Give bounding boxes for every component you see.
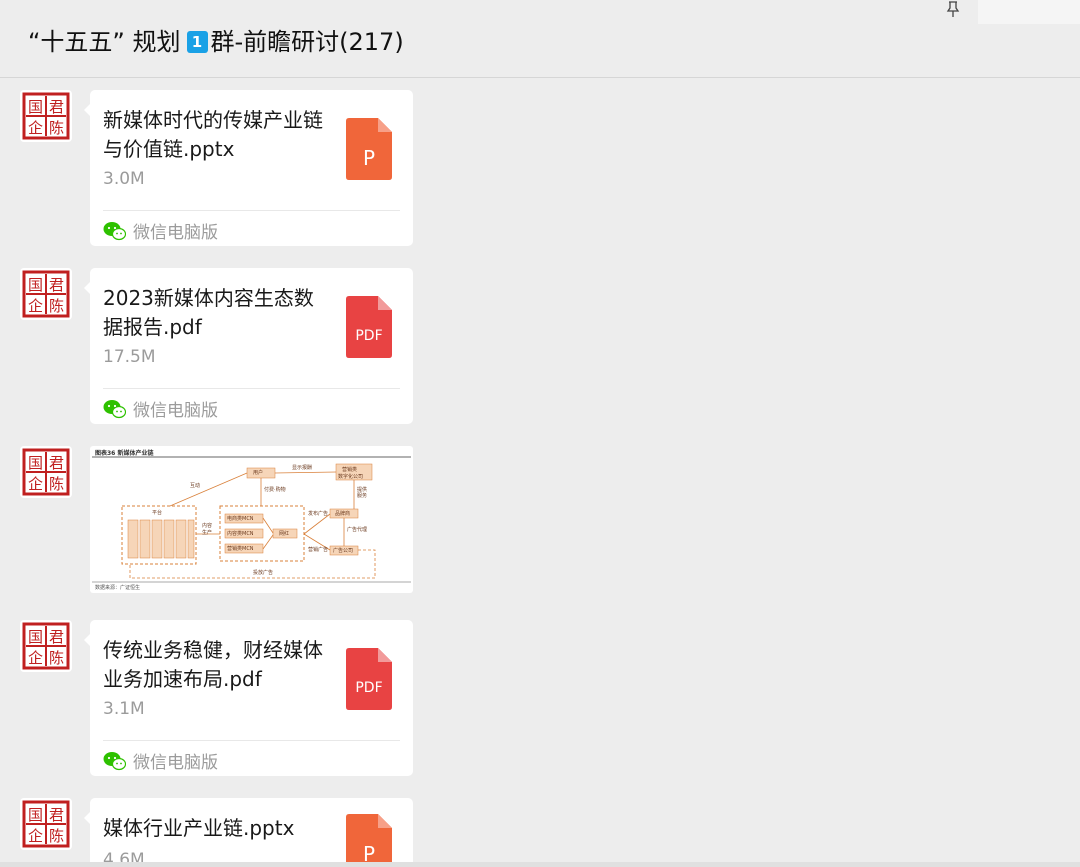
svg-text:国: 国: [28, 454, 43, 472]
diagram-label: 服务: [357, 493, 368, 499]
diagram-label: 数字化公司: [338, 474, 364, 480]
svg-text:陈: 陈: [49, 297, 64, 315]
seal-avatar-icon: 国 企 君 陈: [22, 448, 70, 496]
svg-text:国: 国: [28, 98, 43, 116]
svg-text:企: 企: [28, 297, 43, 315]
svg-text:P: P: [363, 842, 375, 862]
source-text: 微信电脑版: [133, 401, 218, 421]
avatar[interactable]: 国 企 君 陈: [20, 90, 72, 142]
svg-text:国: 国: [28, 628, 43, 646]
svg-text:企: 企: [28, 475, 43, 493]
image-message[interactable]: 图表36 新媒体产业链 互动 用户 显示报酬 营销类 数字化公司 提供 服务 付…: [90, 446, 413, 593]
svg-text:陈: 陈: [49, 475, 64, 493]
seal-avatar-icon: 国 企 君 陈: [22, 622, 70, 670]
svg-text:君: 君: [49, 276, 64, 294]
svg-text:君: 君: [49, 454, 64, 472]
diagram-label: 营销广告: [308, 547, 329, 553]
pptx-icon: P: [346, 814, 392, 862]
chat-title[interactable]: “十五五” 规划 1 群-前瞻研讨(217): [28, 26, 404, 58]
file-message[interactable]: 2023新媒体内容生态数据报告.pdf 17.5M PDF 微信电脑版: [84, 268, 413, 424]
file-name: 新媒体时代的传媒产业链与价值链.pptx: [103, 108, 323, 161]
svg-text:国: 国: [28, 276, 43, 294]
source-text: 微信电脑版: [133, 753, 218, 773]
seal-avatar-icon: 国 企 君 陈: [22, 800, 70, 848]
wechat-icon: [103, 221, 126, 240]
file-message[interactable]: 新媒体时代的传媒产业链与价值链.pptx 3.0M P 微信电脑版: [84, 90, 413, 246]
avatar[interactable]: 国 企 君 陈: [20, 620, 72, 672]
diagram-label: 互动: [190, 483, 201, 489]
diagram-label: 平台: [152, 510, 163, 516]
source-label: 微信电脑版: [103, 748, 218, 773]
svg-text:PDF: PDF: [355, 328, 382, 344]
file-message[interactable]: 媒体行业产业链.pptx 4.6M P: [84, 798, 413, 867]
svg-text:企: 企: [28, 827, 43, 845]
divider: [103, 210, 400, 211]
file-size: 3.1M: [103, 699, 145, 719]
wechat-icon: [103, 751, 126, 770]
svg-text:陈: 陈: [49, 119, 64, 137]
file-message[interactable]: 传统业务稳健，财经媒体业务加速布局.pdf 3.1M PDF 微信电脑版: [84, 620, 413, 776]
svg-text:企: 企: [28, 119, 43, 137]
avatar[interactable]: 国 企 君 陈: [20, 446, 72, 498]
svg-text:陈: 陈: [49, 649, 64, 667]
chat-title-text: “十五五” 规划: [28, 28, 181, 56]
diagram-label: 电商类MCN: [227, 516, 254, 522]
divider: [103, 388, 400, 389]
search-box[interactable]: [978, 0, 1080, 24]
pin-icon[interactable]: [944, 0, 962, 18]
pptx-icon: P: [346, 118, 392, 180]
svg-text:企: 企: [28, 649, 43, 667]
file-name: 传统业务稳健，财经媒体业务加速布局.pdf: [103, 638, 323, 691]
diagram-label: 广告公司: [333, 548, 354, 554]
source-text: 微信电脑版: [133, 223, 218, 243]
diagram-label: 用户: [253, 470, 264, 476]
pdf-icon: PDF: [346, 296, 392, 358]
diagram-label: 显示报酬: [292, 465, 313, 471]
file-name: 2023新媒体内容生态数据报告.pdf: [103, 286, 314, 339]
chat-header: “十五五” 规划 1 群-前瞻研讨(217): [0, 0, 1080, 78]
file-size: 3.0M: [103, 169, 145, 189]
seal-avatar-icon: 国 企 君 陈: [22, 92, 70, 140]
diagram-label: 品牌商: [335, 511, 351, 517]
svg-text:陈: 陈: [49, 827, 64, 845]
diagram-label: 生产: [202, 530, 213, 536]
file-size: 17.5M: [103, 347, 156, 367]
svg-text:君: 君: [49, 98, 64, 116]
seal-avatar-icon: 国 企 君 陈: [22, 270, 70, 318]
svg-text:PDF: PDF: [355, 680, 382, 696]
avatar[interactable]: 国 企 君 陈: [20, 798, 72, 850]
source-label: 微信电脑版: [103, 396, 218, 421]
group-number-badge: 1: [186, 31, 208, 53]
avatar[interactable]: 国 企 君 陈: [20, 268, 72, 320]
scroll-edge: [0, 862, 1080, 867]
diagram-source: 数据来源：广证恒生: [95, 585, 141, 591]
diagram-label: 付费·购物: [264, 487, 286, 493]
svg-text:君: 君: [49, 806, 64, 824]
svg-text:君: 君: [49, 628, 64, 646]
diagram-label: 广告代理: [347, 527, 368, 533]
diagram-label: 营销类MCN: [227, 546, 254, 552]
pdf-icon: PDF: [346, 648, 392, 710]
wechat-icon: [103, 399, 126, 418]
svg-text:P: P: [363, 146, 375, 170]
file-size: 4.6M: [103, 850, 145, 862]
diagram-label: 网红: [279, 531, 290, 537]
chat-title-suffix: 群-前瞻研讨(217): [210, 28, 404, 56]
diagram-label: 发布广告: [308, 511, 329, 517]
diagram-label: 内容类MCN: [227, 531, 254, 537]
source-label: 微信电脑版: [103, 218, 218, 243]
divider: [103, 740, 400, 741]
svg-text:国: 国: [28, 806, 43, 824]
file-name: 媒体行业产业链.pptx: [103, 816, 295, 840]
diagram-label: 投放广告: [253, 570, 274, 576]
diagram-label: 内容: [202, 523, 213, 529]
diagram-label: 营销类: [342, 467, 358, 473]
